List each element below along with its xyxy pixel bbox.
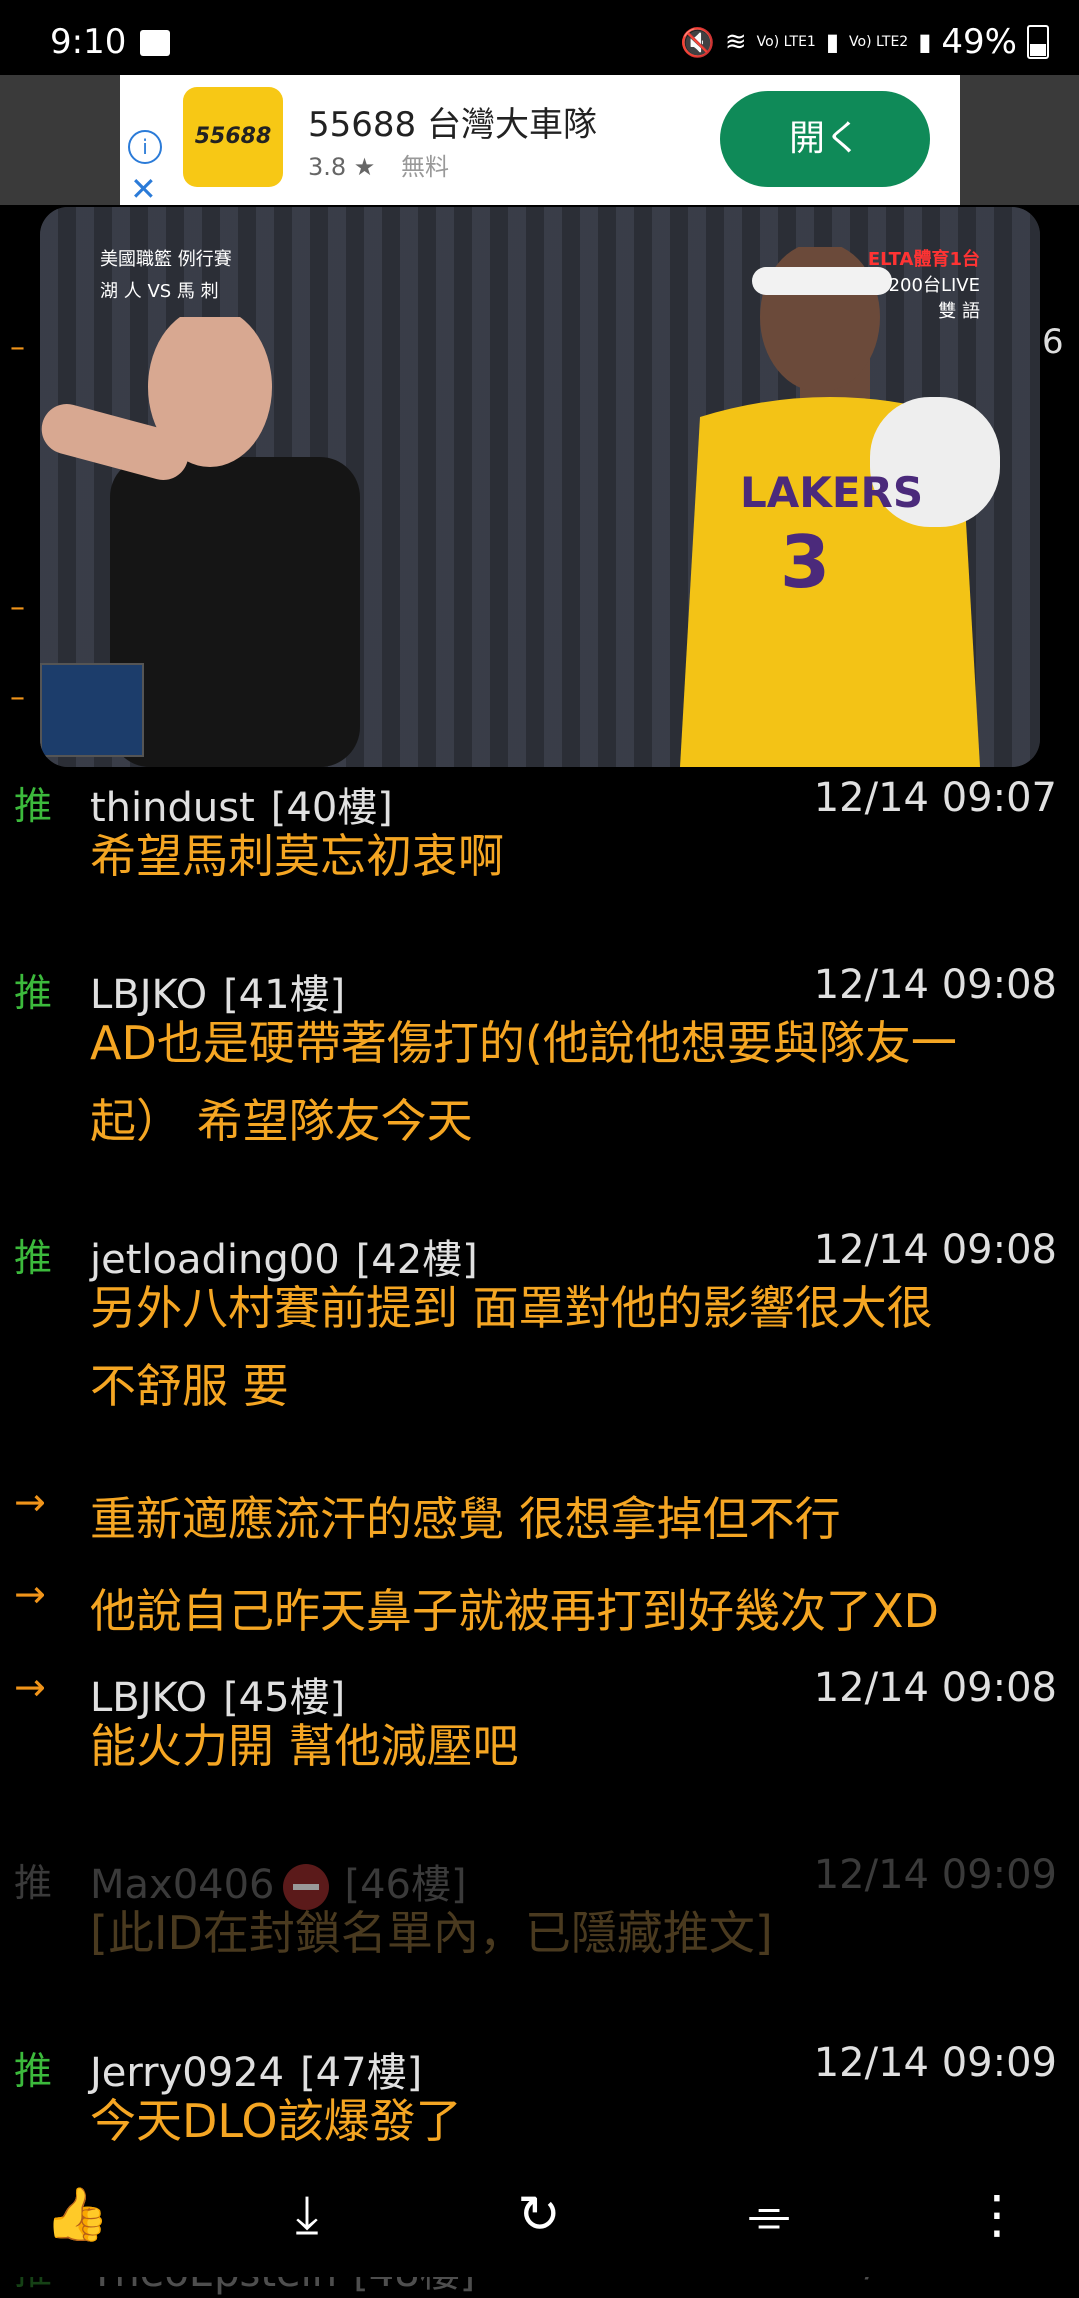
status-time: 9:10 [50,22,127,62]
app-logo: 55688 [183,87,283,187]
comment-text: 希望馬刺莫忘初衷啊 [90,829,504,883]
arrow-tag: → [14,1665,46,1709]
signal-icon: ▮ [918,28,932,56]
comment-time: 12/14 09:09 [813,2040,1057,2086]
comment-text: AD也是硬帶著傷打的(他說他想要與隊友一 [90,1016,957,1070]
comment-text: 重新適應流汗的感覺 很想拿掉但不行 [90,1492,841,1546]
broadcast-label-right: ELTA體育1台 200台LIVE 雙 語 [867,249,980,322]
arrow-tag: → [14,1480,46,1524]
push-tag: 推 [14,1236,53,1280]
wifi-icon: ≋ [724,27,747,57]
ad-banner[interactable]: i ✕ 55688 55688 台灣大車隊 3.8 ★ 無料 開く [120,75,960,208]
comment-text: 能火力開 幫他減壓吧 [90,1719,519,1773]
jersey-text: LAKERS [740,468,923,517]
close-icon[interactable]: ✕ [130,170,157,208]
partial-number: 6 [1042,322,1064,362]
status-bar: 9:10 🔇 ≋ Vo) LTE1 ▮ Vo) LTE2 ▮ 49% [0,0,1079,75]
push-tag: 推 [14,1861,53,1905]
battery-icon [1027,25,1049,59]
broadcast-label-left: 美國職籃 例行賽 湖 人 VS 馬 刺 [100,249,232,302]
comment-time: 12/14 09:09 [813,1852,1057,1898]
signal-icon: ▮ [825,28,840,56]
mute-icon: 🔇 [680,25,715,59]
push-tag: 推 [14,971,53,1015]
comment-time: 12/14 09:08 [813,1227,1057,1273]
comment-text: [此ID在封鎖名單內，已隱藏推文] [90,1906,773,1960]
status-right: 🔇 ≋ Vo) LTE1 ▮ Vo) LTE2 ▮ 49% [680,22,1049,62]
arrow-tag: → [14,1572,46,1616]
thumbs-icon[interactable]: 👍 [32,2175,122,2255]
video-player[interactable]: LAKERS 3 美國職籃 例行賽 湖 人 VS 馬 刺 ELTA體育1台 20… [40,207,1040,767]
ad-app-name: 55688 台灣大車隊 [308,105,597,145]
comment-time: 12/14 09:08 [813,1665,1057,1711]
gallery-notification-icon [140,30,170,56]
comment-text: 起） 希望隊友今天 [90,1094,473,1148]
arrow-tag: – [10,590,25,625]
battery-percent: 49% [941,22,1017,62]
video-inset-thumbnail [40,663,144,757]
info-icon[interactable]: i [128,130,162,164]
share-icon[interactable]: ⌯ [724,2175,814,2255]
download-icon[interactable]: ⤓ [262,2175,352,2255]
ad-open-button[interactable]: 開く [720,91,930,187]
comment-time: 12/14 09:07 [813,775,1057,821]
bottom-toolbar: 👍 ⤓ ↻ ⌯ ⋮ [0,2155,1079,2277]
arrow-tag: – [10,680,25,715]
comment-text: 今天DLO該爆發了 [90,2094,462,2148]
comment-text: 不舒服 要 [90,1359,289,1413]
jersey-number: 3 [780,520,830,604]
comment-text: 他說自己昨天鼻子就被再打到好幾次了XD [90,1584,939,1638]
push-tag: 推 [14,784,53,828]
ad-banner-area: i ✕ 55688 55688 台灣大車隊 3.8 ★ 無料 開く [0,75,1079,208]
ad-rating: 3.8 ★ 無料 [308,153,449,181]
signal-lte2: Vo) LTE2 [849,34,909,50]
player-figure: LAKERS 3 [680,247,1000,767]
more-icon[interactable]: ⋮ [952,2175,1042,2255]
comment-time: 12/14 09:08 [813,962,1057,1008]
push-tag: 推 [14,2049,53,2093]
arrow-tag: – [10,330,25,365]
refresh-icon[interactable]: ↻ [494,2175,584,2255]
signal-lte1: Vo) LTE1 [756,34,816,50]
comment-text: 另外八村賽前提到 面罩對他的影響很大很 [90,1281,933,1335]
